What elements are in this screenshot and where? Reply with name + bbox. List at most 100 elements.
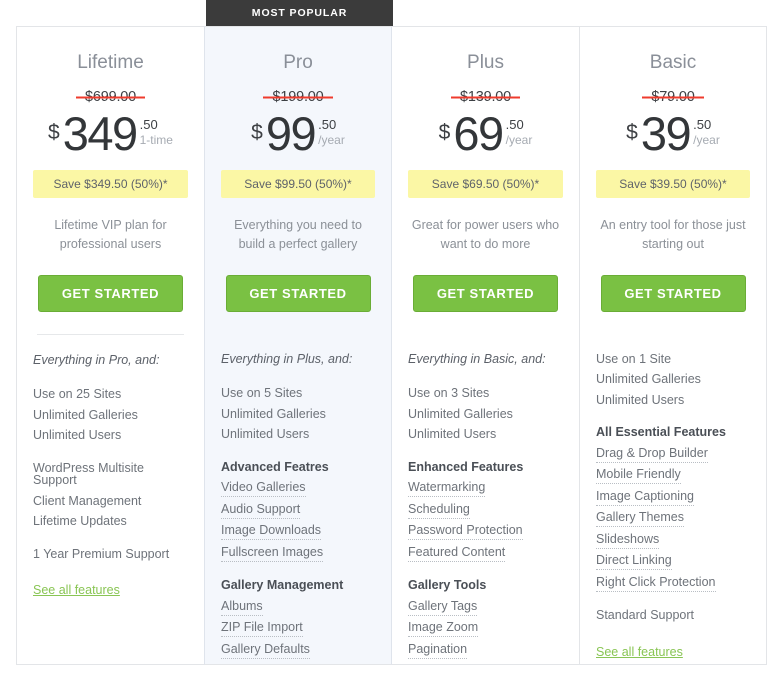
feature-item-label[interactable]: Mobile Friendly (596, 467, 681, 485)
plan-tagline: Great for power users who want to do mor… (411, 217, 560, 252)
plan-card-lifetime: Lifetime $699.00 $349.50 1-time Save $349.50… (16, 26, 204, 665)
feature-item[interactable]: Image Downloads (221, 523, 375, 546)
see-all-features-link[interactable]: See all features (33, 583, 120, 597)
feature-item: Unlimited Galleries (33, 407, 138, 422)
price-row: $39.50/year (596, 110, 750, 157)
save-badge: Save $99.50 (50%)* (221, 169, 375, 198)
feature-item: Use on 25 Sites (33, 387, 122, 402)
feature-group-heading: Gallery Tools (408, 578, 487, 593)
plan-card-basic: Basic $79.00 $39.50/year Save $39.50 (50%)*… (579, 26, 767, 665)
plan-card-plus: Plus $139.00 $69.50/year Save $69.50 (50%)*… (391, 26, 579, 665)
feature-item-label[interactable]: Direct Linking (596, 553, 672, 571)
old-price-strikethrough: $699.00 (76, 89, 145, 105)
old-price-strikethrough: $139.00 (451, 89, 520, 105)
price-cents: .50 (693, 116, 712, 132)
feature-item: Use on 5 Sites (221, 386, 303, 401)
price-row: $349.50 1-time (33, 106, 188, 160)
feature-spacer (596, 630, 750, 642)
feature-item: Unlimited Galleries (408, 406, 513, 421)
feature-item-label[interactable]: Slideshows (596, 531, 660, 549)
feature-item[interactable]: Watermarking (408, 480, 563, 503)
feature-list: Everything in Basic, and: Use on 3 Sites U… (408, 351, 563, 674)
feature-item[interactable]: Pagination (408, 641, 563, 665)
plan-title: Pro (283, 52, 313, 73)
feature-item[interactable]: Right Click Protection (596, 574, 750, 598)
get-started-button[interactable]: GET STARTED (38, 274, 183, 312)
feature-item[interactable]: Image Zoom (408, 620, 563, 643)
feature-item[interactable]: Password Protection (408, 523, 563, 546)
feature-item-label[interactable]: Watermarking (408, 480, 486, 498)
feature-item-label[interactable]: Image Downloads (221, 523, 322, 541)
old-price-strikethrough: $79.00 (642, 89, 703, 105)
see-all-features-row: See all features (596, 642, 750, 659)
feature-item[interactable]: Gallery Defaults (221, 641, 375, 665)
feature-item[interactable]: Drag & Drop Builder (596, 445, 750, 469)
feature-item[interactable]: Gallery Themes (596, 510, 750, 533)
feature-item-label[interactable]: Gallery Themes (596, 510, 684, 528)
price-side: .50/year (693, 117, 720, 148)
feature-item-label[interactable]: Password Protection (408, 523, 523, 541)
price-row: $69.50/year (408, 110, 563, 157)
feature-item-label[interactable]: Gallery Defaults (221, 641, 310, 659)
feature-item-label[interactable]: Image Captioning (596, 488, 694, 506)
feature-item-label[interactable]: Video Galleries (221, 480, 306, 498)
feature-item[interactable]: Audio Support (221, 501, 375, 525)
feature-item-label[interactable]: Gallery Tags (408, 598, 478, 616)
feature-spacer (33, 568, 188, 580)
feature-item[interactable]: Albums (221, 598, 375, 622)
feature-item-label[interactable]: Audio Support (221, 501, 301, 519)
feature-item[interactable]: Gallery Tags (408, 598, 563, 622)
old-price-row: $699.00 (33, 88, 188, 106)
feature-item-label[interactable]: Drag & Drop Builder (596, 445, 708, 463)
feature-item-label[interactable]: Fullscreen Images (221, 544, 324, 562)
price-amount: 349 (62, 106, 138, 160)
feature-item: Standard Support (596, 608, 694, 623)
feature-item-label[interactable]: Pagination (408, 641, 468, 659)
feature-item: Client Management (33, 493, 142, 508)
feature-item[interactable]: Mobile Friendly (596, 467, 750, 490)
get-started-button[interactable]: GET STARTED (225, 274, 371, 312)
price-row: $99.50/year (221, 110, 375, 157)
feature-item[interactable]: ZIP File Import (221, 620, 375, 643)
old-price-row: $79.00 (596, 88, 750, 106)
see-all-features-link[interactable]: See all features (596, 645, 683, 659)
price-cents: .50 (318, 116, 337, 132)
feature-item[interactable]: Scheduling (408, 501, 563, 525)
save-badge: Save $349.50 (50%)* (33, 169, 188, 198)
old-price-row: $199.00 (221, 88, 375, 106)
get-started-button[interactable]: GET STARTED (600, 274, 746, 312)
price-side: .50 1-time (140, 117, 173, 148)
feature-item-label[interactable]: Right Click Protection (596, 574, 716, 592)
feature-item-label[interactable]: ZIP File Import (221, 620, 303, 638)
feature-item[interactable]: Video Galleries (221, 480, 375, 503)
feature-group-heading: Advanced Featres (221, 459, 329, 474)
feature-item[interactable]: Slideshows (596, 531, 750, 555)
feature-item-label[interactable]: Albums (221, 598, 263, 616)
feature-item: Unlimited Galleries (221, 406, 326, 421)
feature-item: Lifetime Updates (33, 514, 127, 529)
plan-title: Plus (467, 52, 504, 73)
feature-item[interactable]: Direct Linking (596, 553, 750, 576)
feature-item[interactable]: Fullscreen Images (221, 544, 375, 568)
plan-card-list: Lifetime $699.00 $349.50 1-time Save $349.50… (16, 26, 769, 665)
feature-group-heading: All Essential Features (596, 425, 726, 440)
feature-item-label[interactable]: Image Zoom (408, 620, 479, 638)
feature-item: Unlimited Galleries (596, 372, 701, 387)
price-side: .50/year (506, 117, 533, 148)
feature-group-heading: Gallery Management (221, 578, 344, 593)
feature-item[interactable]: Featured Content (408, 544, 563, 568)
save-badge: Save $69.50 (50%)* (408, 169, 563, 198)
feature-item[interactable]: Image Captioning (596, 488, 750, 512)
feature-item-label[interactable]: Featured Content (408, 544, 506, 562)
price-cents: .50 (505, 116, 524, 132)
feature-spacer (33, 536, 188, 548)
price-period: 1-time (139, 133, 173, 148)
currency-symbol: $ (48, 120, 60, 144)
feature-item-label[interactable]: Scheduling (408, 501, 470, 519)
feature-intro-note: Everything in Basic, and: (408, 351, 546, 366)
plan-tagline: Lifetime VIP plan for professional users (54, 217, 167, 252)
feature-item: Unlimited Users (408, 427, 497, 442)
price-side: .50/year (318, 117, 345, 148)
feature-item: Unlimited Users (33, 428, 122, 443)
get-started-button[interactable]: GET STARTED (413, 274, 558, 312)
